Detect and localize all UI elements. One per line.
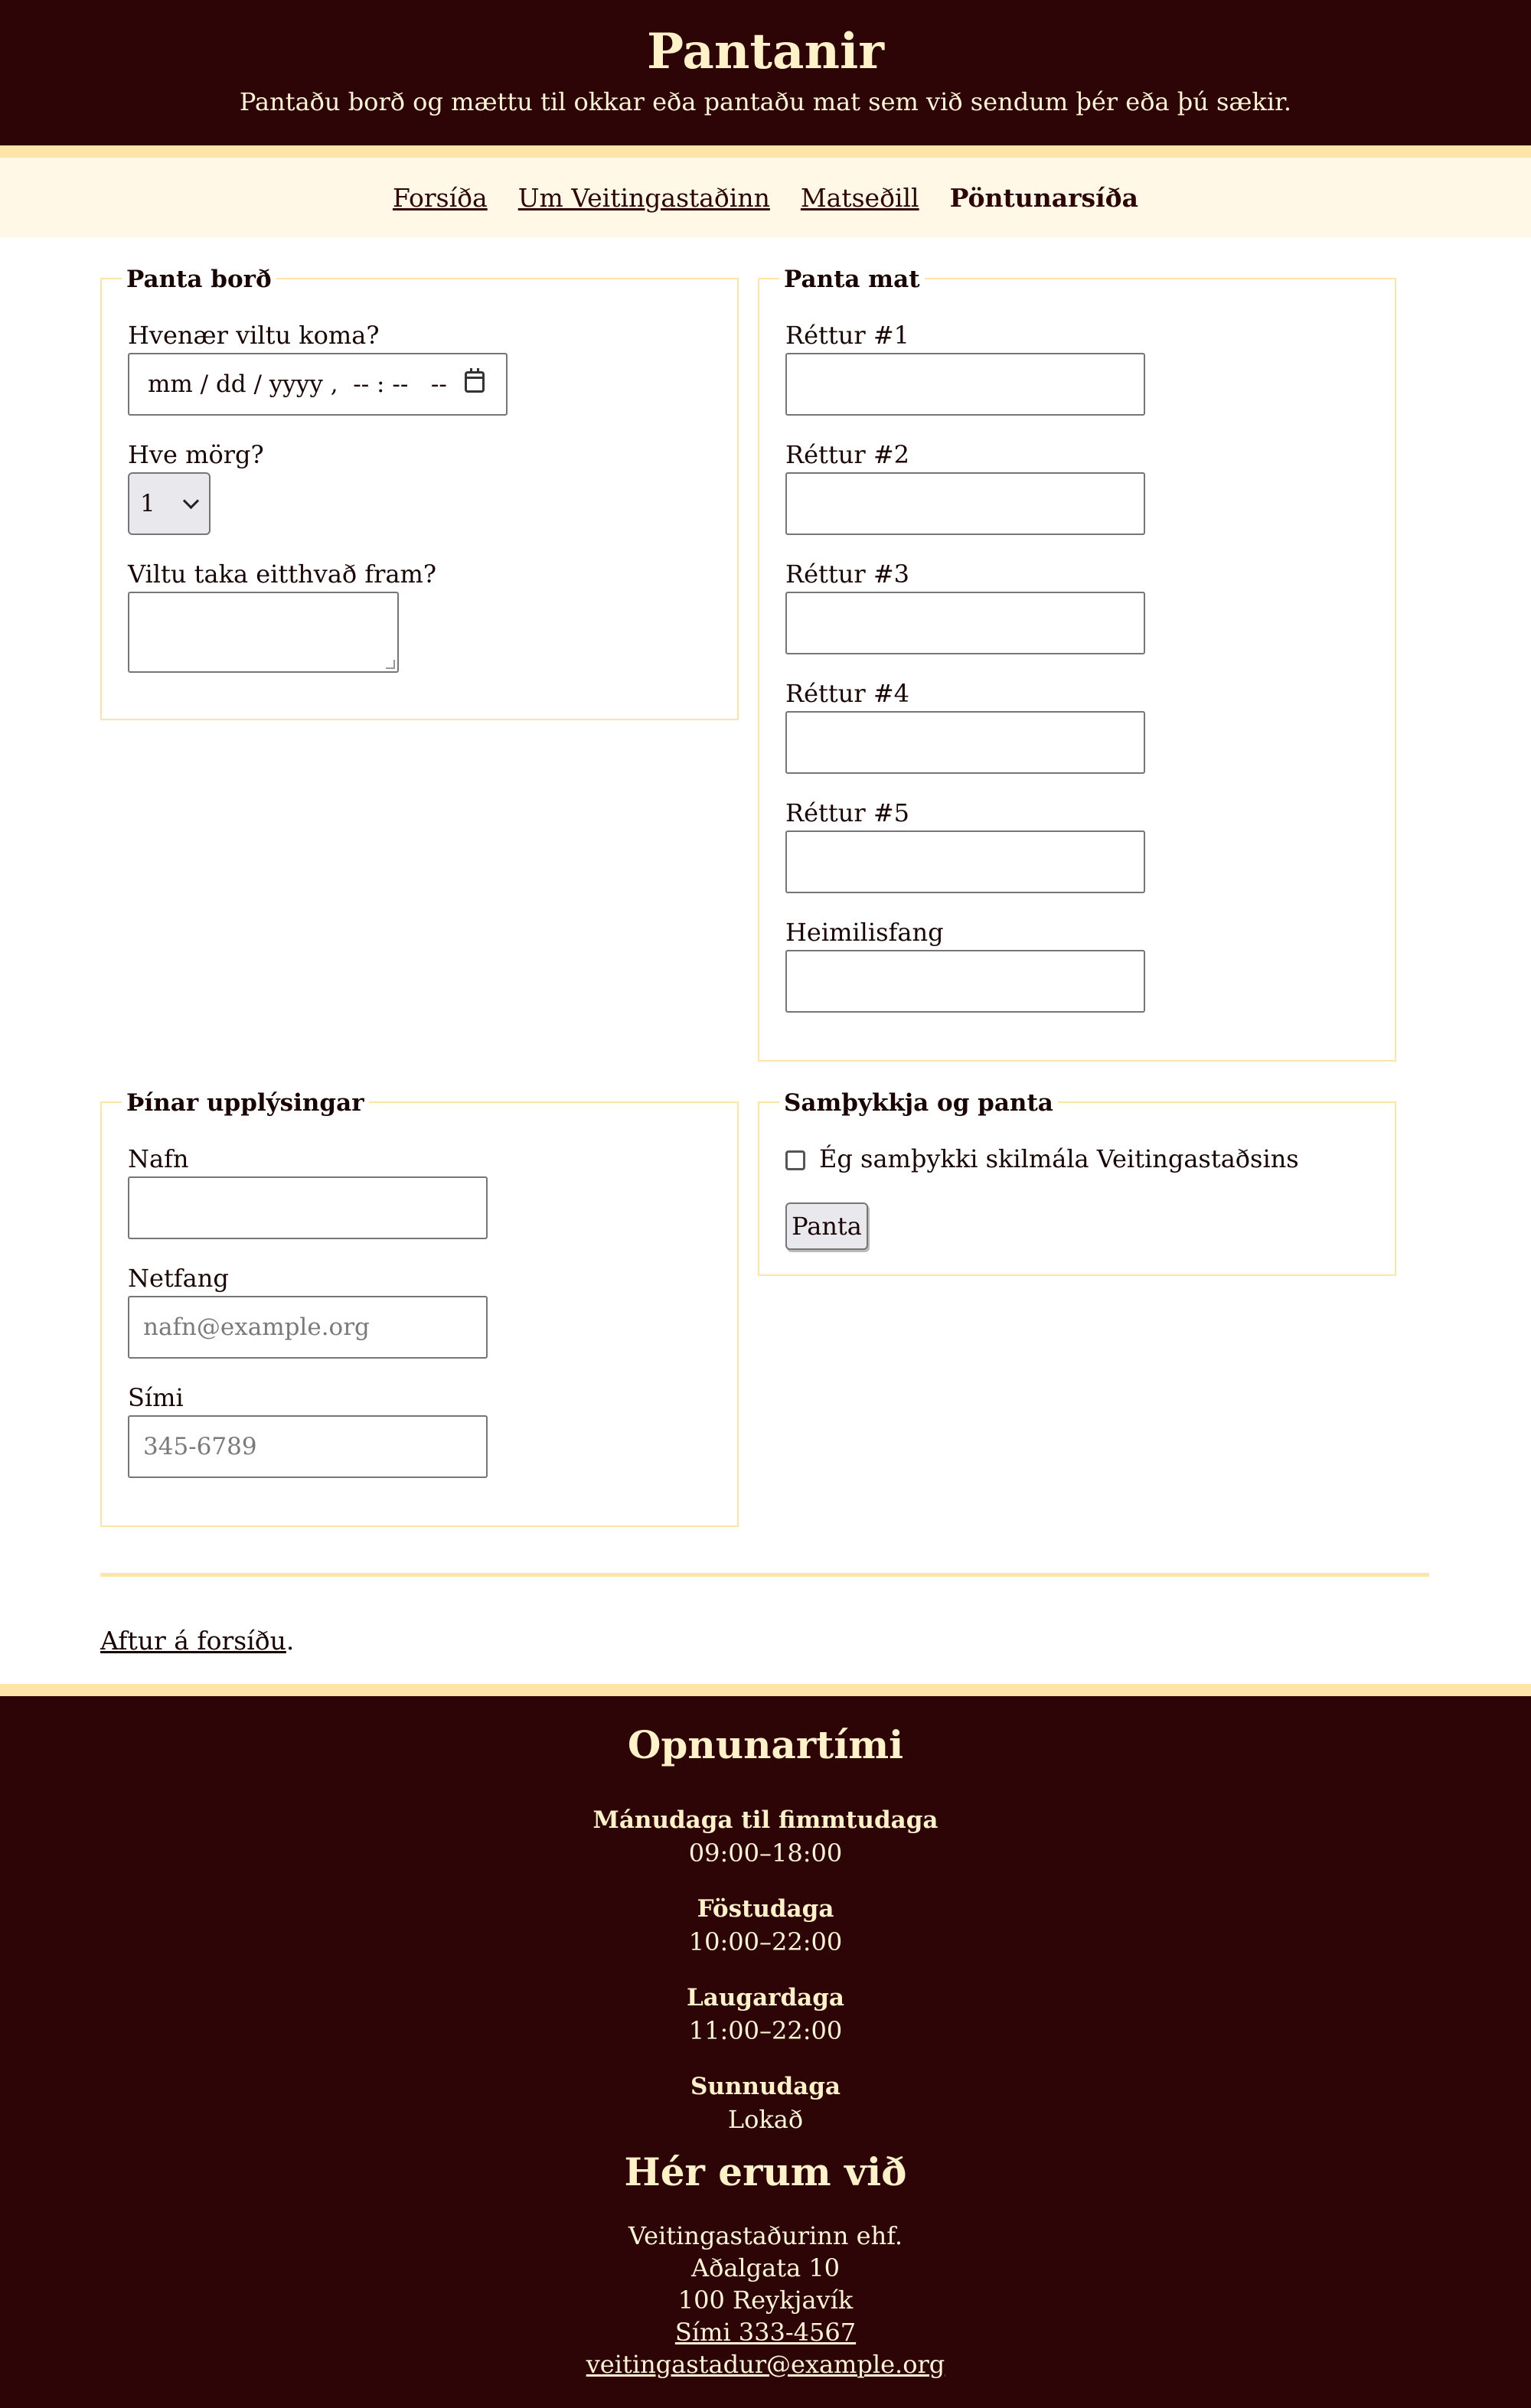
dish-3-label: Réttur #3 bbox=[785, 560, 909, 589]
count-label: Hve mörg? bbox=[128, 440, 264, 469]
location-title: Hér erum við bbox=[624, 2149, 907, 2194]
hours-time-2: 10:00–22:00 bbox=[688, 1927, 843, 1956]
back-to-home-link[interactable]: Aftur á forsíðu bbox=[100, 1626, 286, 1656]
terms-checkbox[interactable] bbox=[785, 1150, 805, 1170]
dish-1-label: Réttur #1 bbox=[785, 321, 909, 350]
phone-input[interactable] bbox=[128, 1415, 488, 1478]
nav-link-about[interactable]: Um Veitingastaðinn bbox=[518, 183, 770, 213]
address-label: Heimilisfang bbox=[785, 918, 944, 947]
back-suffix: . bbox=[286, 1626, 295, 1656]
dish-1-input[interactable] bbox=[785, 353, 1145, 416]
calendar-icon[interactable] bbox=[465, 368, 485, 393]
phone-line: Sími 333-4567 bbox=[0, 2318, 1531, 2347]
table-booking-legend: Panta borð bbox=[122, 266, 276, 293]
content-divider bbox=[100, 1573, 1429, 1577]
page-title: Pantanir bbox=[647, 23, 884, 80]
confirm-fieldset: Samþykkja og panta Ég samþykki skilmála … bbox=[758, 1089, 1396, 1276]
email-input[interactable] bbox=[128, 1296, 488, 1359]
phone-label: Sími bbox=[128, 1383, 184, 1412]
back-line: Aftur á forsíðu. bbox=[100, 1626, 294, 1656]
food-order-fieldset: Panta mat Réttur #1 Réttur #2 Réttur #3 … bbox=[758, 266, 1396, 1062]
notes-label: Viltu taka eitthvað fram? bbox=[128, 560, 437, 589]
dish-5-label: Réttur #5 bbox=[785, 798, 909, 827]
dish-3-input[interactable] bbox=[785, 592, 1145, 654]
your-info-legend: Þínar upplýsingar bbox=[122, 1089, 369, 1117]
confirm-legend: Samþykkja og panta bbox=[779, 1089, 1058, 1117]
datetime-placeholder: mm / dd / yyyy , -- : -- -- bbox=[148, 370, 447, 398]
hours-title: Opnunartími bbox=[627, 1722, 904, 1767]
nav-link-menu[interactable]: Matseðill bbox=[801, 183, 919, 213]
phone-link[interactable]: Sími 333-4567 bbox=[675, 2318, 856, 2347]
email-line: veitingastadur@example.org bbox=[0, 2350, 1531, 2379]
dish-5-input[interactable] bbox=[785, 830, 1145, 893]
nav-link-home[interactable]: Forsíða bbox=[393, 183, 488, 213]
email-label: Netfang bbox=[128, 1264, 229, 1293]
hours-day-3: Laugardaga bbox=[686, 1984, 845, 2012]
name-label: Nafn bbox=[128, 1144, 189, 1173]
dish-2-input[interactable] bbox=[785, 472, 1145, 535]
address-input[interactable] bbox=[785, 950, 1145, 1013]
dish-4-input[interactable] bbox=[785, 711, 1145, 774]
hours-time-4: Lokað bbox=[727, 2105, 804, 2134]
page-subtitle: Pantaðu borð og mættu til okkar eða pant… bbox=[239, 87, 1292, 116]
site-header: Pantanir Pantaðu borð og mættu til okkar… bbox=[0, 0, 1531, 158]
datetime-input[interactable]: mm / dd / yyyy , -- : -- -- bbox=[128, 353, 508, 416]
email-link[interactable]: veitingastadur@example.org bbox=[586, 2350, 945, 2379]
dish-4-label: Réttur #4 bbox=[785, 679, 909, 708]
hours-day-1: Mánudaga til fimmtudaga bbox=[592, 1806, 939, 1834]
chevron-down-icon bbox=[182, 492, 200, 510]
notes-textarea[interactable] bbox=[128, 592, 399, 673]
your-info-fieldset: Þínar upplýsingar Nafn Netfang Sími bbox=[100, 1089, 739, 1527]
table-booking-fieldset: Panta borð Hvenær viltu koma? mm / dd / … bbox=[100, 266, 739, 720]
guest-count-select[interactable]: 1 bbox=[128, 472, 211, 535]
food-order-legend: Panta mat bbox=[779, 266, 925, 293]
when-label: Hvenær viltu koma? bbox=[128, 321, 380, 350]
terms-label[interactable]: Ég samþykki skilmála Veitingastaðsins bbox=[819, 1144, 1299, 1173]
main-nav: Forsíða Um Veitingastaðinn Matseðill Pön… bbox=[0, 158, 1531, 237]
hours-time-1: 09:00–18:00 bbox=[688, 1839, 843, 1868]
hours-day-2: Föstudaga bbox=[697, 1895, 834, 1923]
street-address: Aðalgata 10 bbox=[690, 2253, 841, 2282]
guest-count-value: 1 bbox=[140, 490, 155, 517]
site-footer: Opnunartími Mánudaga til fimmtudaga 09:0… bbox=[0, 1684, 1531, 2408]
submit-order-button[interactable]: Panta bbox=[785, 1202, 868, 1250]
resize-handle-icon[interactable] bbox=[386, 660, 395, 669]
hours-time-3: 11:00–22:00 bbox=[688, 2016, 843, 2045]
company-name: Veitingastaðurinn ehf. bbox=[628, 2221, 903, 2250]
city-address: 100 Reykjavík bbox=[677, 2286, 854, 2315]
dish-2-label: Réttur #2 bbox=[785, 440, 909, 469]
nav-current-orders: Pöntunarsíða bbox=[949, 182, 1139, 213]
hours-day-4: Sunnudaga bbox=[690, 2073, 841, 2100]
name-input[interactable] bbox=[128, 1176, 488, 1239]
